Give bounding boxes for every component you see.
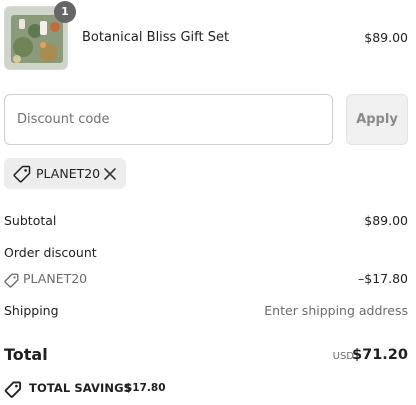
total-savings-value: $17.80 bbox=[125, 382, 166, 394]
discount-code-input[interactable] bbox=[4, 94, 333, 145]
subtotal-label: Subtotal bbox=[4, 213, 57, 228]
order-discount-label: Order discount bbox=[4, 245, 97, 260]
apply-button[interactable]: Apply bbox=[346, 94, 408, 145]
subtotal-value: $89.00 bbox=[364, 213, 408, 228]
product-name: Botanical Bliss Gift Set bbox=[82, 30, 230, 45]
tag-icon bbox=[13, 165, 31, 187]
total-value: $71.20 bbox=[352, 347, 408, 363]
total-savings-label: TOTAL SAVINGS bbox=[29, 381, 133, 395]
total-savings: TOTAL SAVINGS $17.80 bbox=[4, 379, 304, 399]
total-currency: USD bbox=[332, 351, 354, 362]
tag-icon bbox=[4, 273, 19, 291]
quantity-badge: 1 bbox=[54, 1, 76, 23]
discount-code-label: PLANET20 bbox=[23, 271, 88, 286]
shipping-label: Shipping bbox=[4, 303, 59, 318]
tag-icon bbox=[4, 381, 22, 402]
close-icon[interactable] bbox=[103, 166, 117, 185]
line-item: 1 Botanical Bliss Gift Set $89.00 bbox=[4, 1, 412, 70]
applied-discount-chip: PLANET20 bbox=[4, 158, 126, 189]
applied-code-label: PLANET20 bbox=[36, 166, 101, 181]
total-label: Total bbox=[4, 345, 48, 364]
product-price: $89.00 bbox=[364, 30, 408, 45]
shipping-value: Enter shipping address bbox=[264, 303, 408, 318]
discount-value: –$17.80 bbox=[358, 271, 408, 286]
order-summary: 1 Botanical Bliss Gift Set $89.00 Apply … bbox=[0, 0, 416, 405]
